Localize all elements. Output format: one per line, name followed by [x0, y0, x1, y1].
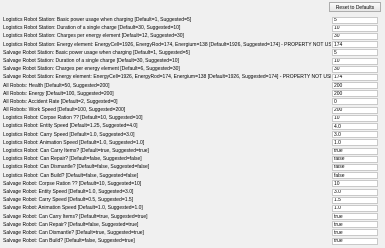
setting-value-field[interactable] — [332, 123, 378, 131]
setting-value-field[interactable] — [332, 90, 378, 98]
setting-value-field[interactable] — [332, 188, 378, 196]
setting-row: Logistics Robot: Can Carry Items? [Defau… — [0, 147, 385, 155]
setting-label: Logistics Robot: Carry Speed [Default=1.… — [3, 131, 135, 138]
setting-value-field[interactable] — [332, 237, 378, 245]
setting-row: Logistics Robot Station: Energy element:… — [0, 41, 385, 49]
setting-label: Salvage Robot: Can Repair? [Default=fals… — [3, 221, 139, 228]
setting-label: Logistics Robot: Entity Speed [Default=1… — [3, 123, 138, 130]
setting-label: Salvage Robot: Corpse Ration ?? [Default… — [3, 180, 142, 187]
setting-value-field[interactable] — [332, 32, 378, 40]
setting-label: Salvage Robot Station: Charges per energ… — [3, 66, 180, 73]
setting-value-field[interactable] — [332, 114, 378, 122]
setting-row: Logistics Robot Station: Charges per ene… — [0, 32, 385, 40]
setting-value-field[interactable] — [332, 204, 378, 212]
setting-label: Logistics Robot: Can Dismantle? [Default… — [3, 164, 150, 171]
setting-label: Salvage Robot: Can Build? [Default=false… — [3, 238, 135, 245]
setting-label: All Robots: Health [Default=50, Suggeste… — [3, 82, 110, 89]
setting-row: All Robots: Health [Default=50, Suggeste… — [0, 82, 385, 90]
setting-value-field[interactable] — [332, 213, 378, 221]
setting-value-field[interactable] — [332, 139, 378, 147]
setting-value-field[interactable] — [332, 106, 378, 114]
setting-label: Logistics Robot: Can Build? [Default=fal… — [3, 172, 139, 179]
setting-value-field[interactable] — [332, 57, 378, 65]
setting-value-field[interactable] — [332, 73, 378, 81]
setting-label: Salvage Robot: Can Dismantle? [Default=t… — [3, 229, 144, 236]
setting-row: Logistics Robot Station: Duration of a s… — [0, 24, 385, 32]
setting-row: Logistics Robot: Carry Speed [Default=1.… — [0, 131, 385, 139]
setting-label: Salvage Robot: Can Carry Items? [Default… — [3, 213, 148, 220]
setting-label: Logistics Robot: Animation Speed [Defaul… — [3, 139, 145, 146]
setting-label: Logistics Robot Station: Basic power usa… — [3, 17, 192, 23]
setting-row: Salvage Robot: Carry Speed [Default=0.5,… — [0, 196, 385, 204]
setting-label: Salvage Robot Station: Duration of a sin… — [3, 57, 179, 64]
setting-label: Salvage Robot Station: Basic power usage… — [3, 49, 190, 56]
setting-row: Salvage Robot Station: Duration of a sin… — [0, 57, 385, 65]
reset-to-defaults-button[interactable]: Reset to Defaults — [329, 2, 381, 12]
setting-value-field[interactable] — [332, 41, 378, 49]
setting-value-field[interactable] — [332, 16, 378, 24]
setting-label: Salvage Robot Station: Energy element: E… — [3, 74, 331, 81]
setting-row: Salvage Robot: Can Build? [Default=false… — [0, 237, 385, 245]
setting-row: Logistics Robot: Can Repair? [Default=fa… — [0, 155, 385, 163]
setting-row: Logistics Robot: Can Dismantle? [Default… — [0, 163, 385, 171]
toolbar: Reset to Defaults — [0, 0, 385, 14]
setting-label: All Robots: Accident Rate [Default=2, Su… — [3, 98, 118, 105]
settings-list: Logistics Robot Station: Basic power usa… — [0, 16, 385, 245]
setting-row: Logistics Robot Station: Basic power usa… — [0, 16, 385, 24]
setting-label: Salvage Robot: Carry Speed [Default=0.5,… — [3, 197, 134, 204]
setting-row: Salvage Robot Station: Energy element: E… — [0, 73, 385, 81]
setting-label: Logistics Robot: Can Repair? [Default=fa… — [3, 156, 142, 163]
setting-label: Logistics Robot Station: Duration of a s… — [3, 25, 181, 32]
setting-label: Logistics Robot: Can Carry Items? [Defau… — [3, 148, 149, 154]
setting-row: Salvage Robot Station: Basic power usage… — [0, 49, 385, 57]
setting-value-field[interactable] — [332, 82, 378, 90]
setting-row: Logistics Robot: Can Build? [Default=fal… — [0, 172, 385, 180]
setting-value-field[interactable] — [332, 98, 378, 106]
setting-label: Logistics Robot Station: Charges per ene… — [3, 33, 184, 40]
setting-row: Logistics Robot: Entity Speed [Default=1… — [0, 122, 385, 131]
setting-value-field[interactable] — [332, 229, 378, 237]
setting-row: All Robots: Work Speed [Default=100, Sug… — [0, 106, 385, 114]
setting-row: All Robots: Accident Rate [Default=2, Su… — [0, 98, 385, 106]
setting-value-field[interactable] — [332, 172, 378, 180]
setting-row: Salvage Robot: Can Dismantle? [Default=t… — [0, 229, 385, 237]
setting-label: Salvage Robot: Animation Speed [Default=… — [3, 205, 143, 212]
setting-row: Salvage Robot: Corpse Ration ?? [Default… — [0, 180, 385, 188]
setting-label: Salvage Robot: Entity Speed [Default=1.0… — [3, 188, 134, 195]
setting-label: All Robots: Work Speed [Default=100, Sug… — [3, 107, 126, 114]
setting-label: All Robots: Energy [Default=100, Suggest… — [3, 90, 114, 97]
setting-row: Salvage Robot: Animation Speed [Default=… — [0, 204, 385, 212]
setting-row: Logistics Robot: Animation Speed [Defaul… — [0, 139, 385, 147]
setting-row: Salvage Robot: Entity Speed [Default=1.0… — [0, 188, 385, 196]
setting-row: Salvage Robot: Can Repair? [Default=fals… — [0, 221, 385, 229]
setting-row: Salvage Robot: Can Carry Items? [Default… — [0, 213, 385, 221]
setting-value-field[interactable] — [332, 65, 378, 73]
setting-value-field[interactable] — [332, 163, 378, 171]
setting-value-field[interactable] — [332, 221, 378, 229]
setting-value-field[interactable] — [332, 131, 378, 139]
setting-value-field[interactable] — [332, 196, 378, 204]
setting-row: Logistics Robot: Corpse Ration ?? [Defau… — [0, 114, 385, 122]
setting-value-field[interactable] — [332, 180, 378, 188]
setting-value-field[interactable] — [332, 24, 378, 32]
setting-label: Logistics Robot: Corpse Ration ?? [Defau… — [3, 115, 143, 122]
setting-row: All Robots: Energy [Default=100, Suggest… — [0, 90, 385, 98]
setting-label: Logistics Robot Station: Energy element:… — [3, 41, 331, 48]
setting-value-field[interactable] — [332, 49, 378, 57]
setting-row: Salvage Robot Station: Charges per energ… — [0, 65, 385, 73]
setting-value-field[interactable] — [332, 147, 378, 155]
setting-value-field[interactable] — [332, 155, 378, 163]
